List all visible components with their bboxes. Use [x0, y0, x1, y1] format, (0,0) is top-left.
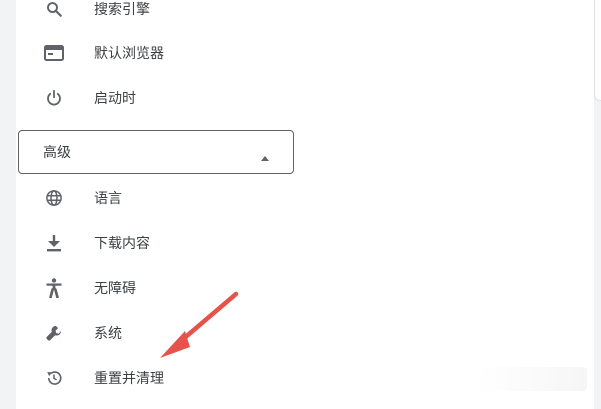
sidebar-item-reset-and-cleanup[interactable]: 重置并清理 [16, 356, 296, 400]
sidebar-item-languages[interactable]: 语言 [16, 176, 296, 220]
watermark [477, 367, 587, 391]
sidebar-item-search-engine[interactable]: 搜索引擎 [16, 0, 296, 31]
sidebar-item-label: 系统 [94, 326, 122, 342]
content-panel-edge [594, 0, 601, 101]
advanced-section-toggle[interactable]: 高级 [18, 130, 294, 174]
sidebar-item-label: 无障碍 [94, 281, 136, 297]
sidebar-item-system[interactable]: 系统 [16, 311, 296, 355]
chevron-up-icon [261, 148, 269, 161]
sidebar-item-accessibility[interactable]: 无障碍 [16, 266, 296, 310]
settings-sidebar: 搜索引擎 默认浏览器 启动时 高级 语言 下载内容 无障碍 系统 重置并清理 [16, 0, 594, 409]
download-icon [40, 229, 68, 257]
history-reset-icon [40, 364, 68, 392]
sidebar-item-label: 下载内容 [94, 236, 150, 252]
power-icon [40, 84, 68, 112]
accessibility-icon [40, 274, 68, 302]
sidebar-item-label: 默认浏览器 [94, 46, 164, 62]
sidebar-item-on-startup[interactable]: 启动时 [16, 76, 296, 120]
sidebar-item-label: 启动时 [94, 91, 136, 107]
sidebar-item-label: 重置并清理 [94, 371, 164, 387]
settings-page: 搜索引擎 默认浏览器 启动时 高级 语言 下载内容 无障碍 系统 重置并清理 [0, 0, 601, 409]
wrench-icon [40, 319, 68, 347]
sidebar-item-default-browser[interactable]: 默认浏览器 [16, 31, 296, 75]
sidebar-item-label: 语言 [94, 191, 122, 207]
advanced-label: 高级 [43, 145, 71, 161]
sidebar-item-downloads[interactable]: 下载内容 [16, 221, 296, 265]
globe-icon [40, 184, 68, 212]
sidebar-item-label: 搜索引擎 [94, 2, 150, 18]
search-icon [40, 0, 68, 23]
browser-window-icon [40, 39, 68, 67]
